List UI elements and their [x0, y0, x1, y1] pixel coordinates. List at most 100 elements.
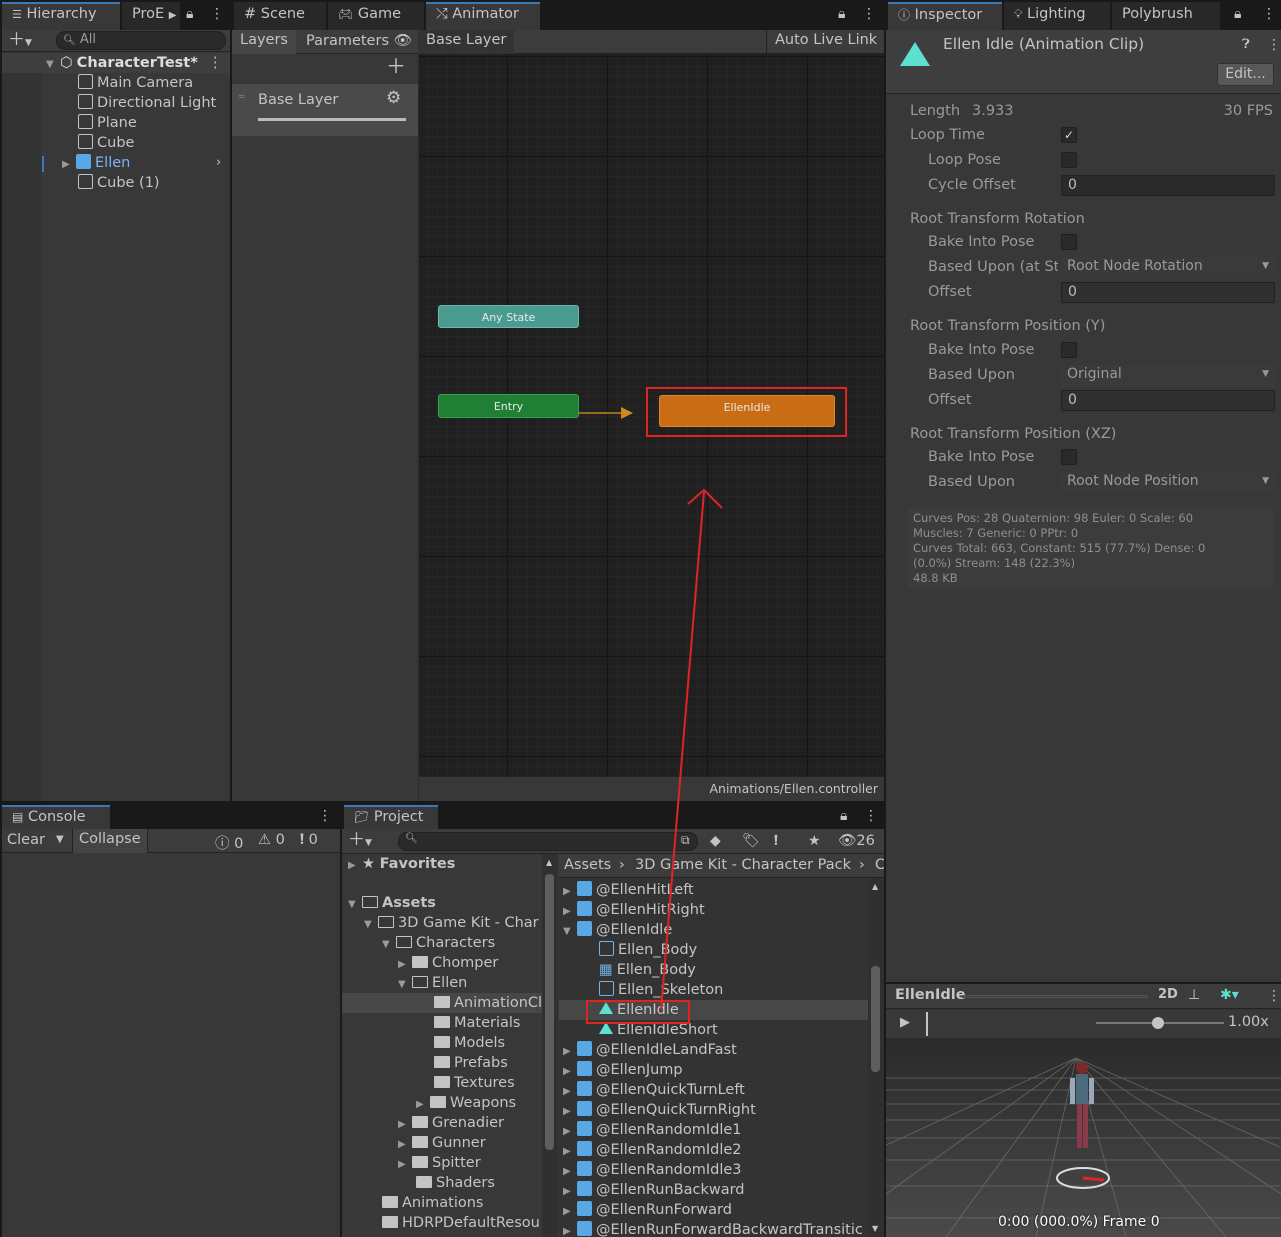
lock-icon[interactable]: 🔒︎: [1234, 7, 1241, 21]
warning-filter-icon[interactable]: ❗︎: [774, 834, 778, 848]
loop-pose-checkbox[interactable]: [1061, 152, 1077, 168]
expand-arrow-icon[interactable]: ▶: [563, 1162, 577, 1182]
hierarchy-search-input[interactable]: 🔍︎ All: [56, 31, 226, 50]
layer-item[interactable]: = Base Layer ⚙: [232, 84, 418, 136]
more-menu-icon[interactable]: ⋮: [1267, 38, 1281, 52]
collapse-button[interactable]: Collapse: [72, 829, 148, 853]
file-row[interactable]: ▶ @EllenIdleLandFast: [559, 1040, 868, 1060]
expand-arrow-icon[interactable]: ▶: [563, 1122, 577, 1142]
more-menu-icon[interactable]: ⋮: [864, 809, 878, 823]
more-menu-icon[interactable]: ⋮: [208, 53, 223, 73]
visibility-count[interactable]: 👁︎26: [838, 832, 875, 849]
favorites-row[interactable]: ▶ ★ Favorites: [348, 854, 455, 874]
gear-icon[interactable]: ⚙: [386, 90, 401, 107]
filter-type-icon[interactable]: ◆: [710, 834, 721, 848]
rotation-based-upon-dropdown[interactable]: Root Node Rotation ▼: [1061, 257, 1275, 278]
position-xz-based-upon-dropdown[interactable]: Root Node Position ▼: [1061, 472, 1275, 493]
file-scrollbar[interactable]: ▲ ▼: [868, 878, 884, 1237]
breadcrumb-item[interactable]: C: [875, 857, 884, 873]
more-menu-icon[interactable]: ⋮: [1262, 7, 1276, 21]
tree-row-selected[interactable]: AnimationCl: [434, 993, 542, 1013]
scroll-up-icon[interactable]: ▲: [872, 882, 878, 891]
file-row[interactable]: ▶ @EllenQuickTurnLeft: [559, 1080, 868, 1100]
layers-tab[interactable]: Layers: [232, 30, 296, 54]
file-row[interactable]: ▶ @EllenRunBackward: [559, 1180, 868, 1200]
parameters-tab[interactable]: Parameters 👁︎: [300, 30, 418, 54]
tree-row[interactable]: ▶ Chomper: [398, 953, 498, 973]
lock-icon[interactable]: 🔒︎: [840, 809, 847, 823]
expand-arrow-icon[interactable]: ▶: [563, 1222, 577, 1237]
tree-row[interactable]: Materials: [434, 1013, 520, 1033]
add-plus-icon[interactable]: ＋▼: [348, 832, 372, 849]
favorite-star-icon[interactable]: ★: [808, 834, 821, 848]
avatar-icon[interactable]: ✱▾: [1220, 988, 1239, 1002]
file-row[interactable]: ▶ @EllenRandomIdle1: [559, 1120, 868, 1140]
drag-handle-icon[interactable]: =: [238, 92, 246, 102]
breadcrumb[interactable]: Base Layer: [418, 30, 515, 54]
position-y-bake-checkbox[interactable]: [1061, 342, 1077, 358]
file-row[interactable]: ▶ @EllenQuickTurnRight: [559, 1100, 868, 1120]
tab-polybrush[interactable]: Polybrush: [1112, 2, 1220, 30]
tree-row[interactable]: HDRPDefaultResou: [382, 1213, 540, 1233]
messages-toggle[interactable]: ❗︎ 0: [300, 832, 318, 848]
chevron-right-icon[interactable]: ›: [216, 153, 221, 173]
timeline-cursor[interactable]: [926, 1012, 928, 1036]
tree-row[interactable]: ▶ Spitter: [398, 1153, 481, 1173]
file-row[interactable]: ▶ @EllenHitRight: [559, 900, 868, 920]
clear-options-dropdown-icon[interactable]: ▼: [56, 835, 64, 845]
cycle-offset-field[interactable]: 0: [1061, 175, 1275, 196]
tree-scrollbar[interactable]: ▲: [542, 854, 558, 1237]
expand-arrow-icon[interactable]: ▶: [563, 1142, 577, 1162]
position-xz-bake-checkbox[interactable]: [1061, 449, 1077, 465]
hierarchy-item-ellen[interactable]: ▶ Ellen ›: [62, 153, 230, 173]
file-row[interactable]: ▶ @EllenRunForward: [559, 1200, 868, 1220]
hierarchy-item[interactable]: Plane: [78, 113, 137, 133]
expand-arrow-icon[interactable]: ▶: [563, 1042, 577, 1062]
position-y-offset-field[interactable]: 0: [1061, 390, 1275, 411]
eye-icon[interactable]: 👁︎: [394, 33, 412, 49]
more-menu-icon[interactable]: ⋮: [1267, 989, 1281, 1003]
breadcrumb-item[interactable]: 3D Game Kit - Character Pack: [635, 857, 851, 873]
expand-arrow-icon[interactable]: ▶: [563, 1182, 577, 1202]
file-row[interactable]: ▶ @EllenRandomIdle3: [559, 1160, 868, 1180]
expand-arrow-icon[interactable]: ▼: [563, 922, 577, 942]
tab-lighting[interactable]: 💡︎ Lighting: [1004, 2, 1110, 30]
entry-node[interactable]: Entry: [438, 394, 579, 418]
tree-row[interactable]: Animations: [382, 1193, 483, 1213]
hierarchy-item[interactable]: Cube: [78, 133, 134, 153]
more-menu-icon[interactable]: ⋮: [318, 809, 332, 823]
file-row[interactable]: ▶ @EllenRandomIdle2: [559, 1140, 868, 1160]
position-y-based-upon-dropdown[interactable]: Original ▼: [1061, 365, 1275, 386]
file-row[interactable]: Ellen_Body: [559, 940, 868, 960]
any-state-node[interactable]: Any State: [438, 305, 579, 328]
tree-row[interactable]: ▶ Grenadier: [398, 1113, 504, 1133]
tree-row[interactable]: Models: [434, 1033, 505, 1053]
tree-row[interactable]: ▼ 3D Game Kit - Char: [364, 913, 539, 933]
more-menu-icon[interactable]: ⋮: [862, 7, 876, 21]
file-row[interactable]: ▼ @EllenIdle: [559, 920, 868, 940]
lock-icon[interactable]: 🔒︎: [186, 7, 193, 21]
tree-row[interactable]: Shaders: [416, 1173, 495, 1193]
file-row[interactable]: ▶ @EllenHitLeft: [559, 880, 868, 900]
pivot-icon[interactable]: ⊥: [1188, 988, 1200, 1002]
tree-row[interactable]: ▼ Characters: [382, 933, 495, 953]
hierarchy-item[interactable]: Directional Light: [78, 93, 216, 113]
file-row[interactable]: ▶ @EllenJump: [559, 1060, 868, 1080]
label-tag-icon[interactable]: 🏷︎: [742, 834, 760, 848]
file-row[interactable]: ▦ Ellen_Body: [559, 960, 868, 980]
tab-project-settings[interactable]: ProE ▶: [122, 2, 180, 30]
expand-arrow-icon[interactable]: ▶: [563, 1082, 577, 1102]
auto-live-link-button[interactable]: Auto Live Link: [766, 30, 885, 54]
expand-arrow-icon[interactable]: ▶: [563, 1202, 577, 1222]
play-icon[interactable]: ▶: [900, 1016, 910, 1029]
errors-toggle[interactable]: ⓘ 0: [215, 832, 243, 853]
expand-arrow-icon[interactable]: ▶: [563, 902, 577, 922]
file-row[interactable]: Ellen_Skeleton: [559, 980, 868, 1000]
search-scope-icon[interactable]: ⧉: [681, 834, 690, 846]
project-search-input[interactable]: 🔍︎: [398, 832, 698, 851]
tree-row[interactable]: Prefabs: [434, 1053, 508, 1073]
tree-row[interactable]: ▼ Assets: [348, 893, 436, 913]
loop-time-checkbox[interactable]: ✓: [1061, 127, 1077, 143]
help-icon[interactable]: ❓︎: [1242, 38, 1250, 51]
file-row[interactable]: ▶ @EllenRunForwardBackwardTransitic: [559, 1220, 868, 1237]
